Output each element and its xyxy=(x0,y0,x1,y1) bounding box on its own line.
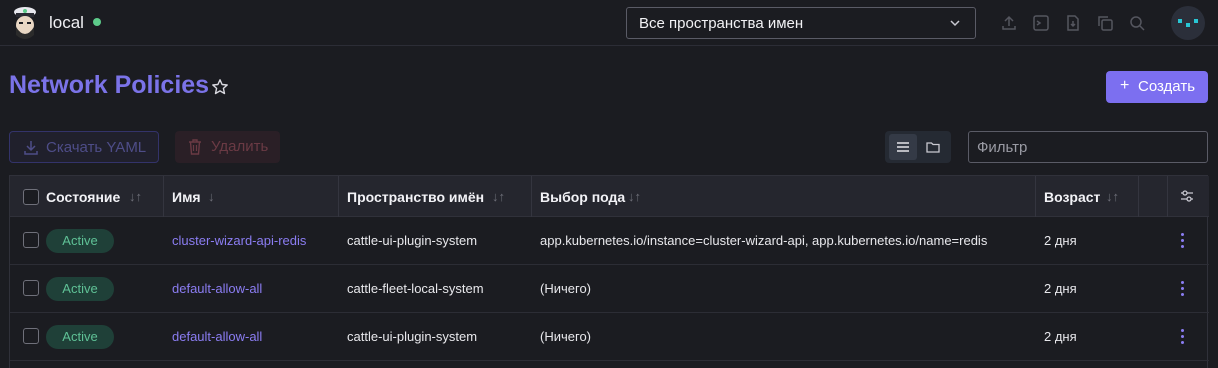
column-header-state-label: Состояние xyxy=(46,189,121,205)
delete-button[interactable]: Удалить xyxy=(175,131,280,163)
column-settings-icon[interactable] xyxy=(1180,189,1194,203)
view-toggle xyxy=(885,131,951,163)
avatar-icon xyxy=(1178,19,1198,27)
policy-name-link[interactable]: default-allow-all xyxy=(172,329,262,344)
download-yaml-button[interactable]: Скачать YAML xyxy=(9,131,159,163)
folder-icon xyxy=(926,142,940,153)
column-divider xyxy=(338,176,339,217)
age-cell: 2 дня xyxy=(1044,329,1077,344)
column-divider xyxy=(531,176,532,217)
row-actions-menu-icon[interactable] xyxy=(1177,279,1187,299)
cluster-name[interactable]: local xyxy=(49,13,84,33)
chevron-down-icon xyxy=(950,20,960,27)
namespace-cell: cattle-ui-plugin-system xyxy=(347,329,478,344)
namespace-select-value: Все пространства имен xyxy=(639,15,804,32)
age-cell: 2 дня xyxy=(1044,233,1077,248)
age-cell: 2 дня xyxy=(1044,281,1077,296)
top-header: local Все пространства имен xyxy=(0,0,1218,46)
pod-selector-cell: (Ничего) xyxy=(540,329,591,344)
namespace-cell: cattle-ui-plugin-system xyxy=(347,233,478,248)
download-yaml-label: Скачать YAML xyxy=(46,139,147,156)
row-checkbox[interactable] xyxy=(23,232,39,248)
group-by-namespace-button[interactable] xyxy=(919,134,947,160)
select-all-checkbox[interactable] xyxy=(23,189,39,205)
status-badge: Active xyxy=(46,229,114,253)
row-checkbox[interactable] xyxy=(23,280,39,296)
trash-icon xyxy=(189,139,201,155)
table-row[interactable]: Active default-allow-all cattle-ui-plugi… xyxy=(10,313,1209,361)
column-header-namespace-label: Пространство имён xyxy=(347,189,485,205)
star-icon[interactable] xyxy=(211,78,229,96)
status-badge: Active xyxy=(46,277,114,301)
column-divider xyxy=(1035,176,1036,217)
cluster-status-dot xyxy=(93,18,101,26)
column-header-pod-selector-label: Выбор пода xyxy=(540,189,626,205)
namespace-cell: cattle-fleet-local-system xyxy=(347,281,484,296)
download-file-icon[interactable] xyxy=(1064,14,1082,32)
column-header-name-label: Имя xyxy=(172,189,201,205)
sort-desc-icon: ↓ xyxy=(208,189,215,204)
sort-icon: ↓↑ xyxy=(628,189,641,204)
pod-selector-cell: (Ничего) xyxy=(540,281,591,296)
column-divider xyxy=(163,176,164,217)
download-icon xyxy=(24,141,38,155)
user-avatar[interactable] xyxy=(1171,6,1205,40)
create-button[interactable]: + Создать xyxy=(1106,71,1208,103)
row-actions-menu-icon[interactable] xyxy=(1177,327,1187,347)
filter-input[interactable] xyxy=(968,131,1208,163)
sort-icon: ↓↑ xyxy=(1106,189,1119,204)
table-header: Состояние ↓↑ Имя ↓ Пространство имён ↓↑ … xyxy=(10,176,1209,217)
flat-list-view-button[interactable] xyxy=(889,134,917,160)
row-actions-menu-icon[interactable] xyxy=(1177,231,1187,251)
namespace-select[interactable]: Все пространства имен xyxy=(626,7,976,39)
sort-icon: ↓↑ xyxy=(492,189,505,204)
pod-selector-cell: app.kubernetes.io/instance=cluster-wizar… xyxy=(540,233,988,248)
table-row[interactable]: Active cluster-wizard-api-redis cattle-u… xyxy=(10,217,1209,265)
terminal-icon[interactable] xyxy=(1032,14,1050,32)
policy-name-link[interactable]: default-allow-all xyxy=(172,281,262,296)
page-title: Network Policies xyxy=(9,71,210,99)
copy-icon[interactable] xyxy=(1096,14,1114,32)
create-button-label: Создать xyxy=(1138,78,1196,95)
search-icon[interactable] xyxy=(1128,14,1146,32)
list-icon xyxy=(897,142,909,152)
column-divider xyxy=(1167,176,1168,217)
sort-icon: ↓↑ xyxy=(129,189,142,204)
column-header-age-label: Возраст xyxy=(1044,189,1101,205)
column-divider xyxy=(1138,176,1139,217)
policy-name-link[interactable]: cluster-wizard-api-redis xyxy=(172,233,306,248)
row-checkbox[interactable] xyxy=(23,328,39,344)
table-row[interactable]: Active default-allow-all cattle-fleet-lo… xyxy=(10,265,1209,313)
delete-label: Удалить xyxy=(211,138,269,155)
status-badge: Active xyxy=(46,325,114,349)
cluster-logo-icon[interactable] xyxy=(10,5,40,41)
upload-icon[interactable] xyxy=(1000,14,1018,32)
network-policies-table: Состояние ↓↑ Имя ↓ Пространство имён ↓↑ … xyxy=(9,175,1209,368)
plus-icon: + xyxy=(1120,77,1130,94)
